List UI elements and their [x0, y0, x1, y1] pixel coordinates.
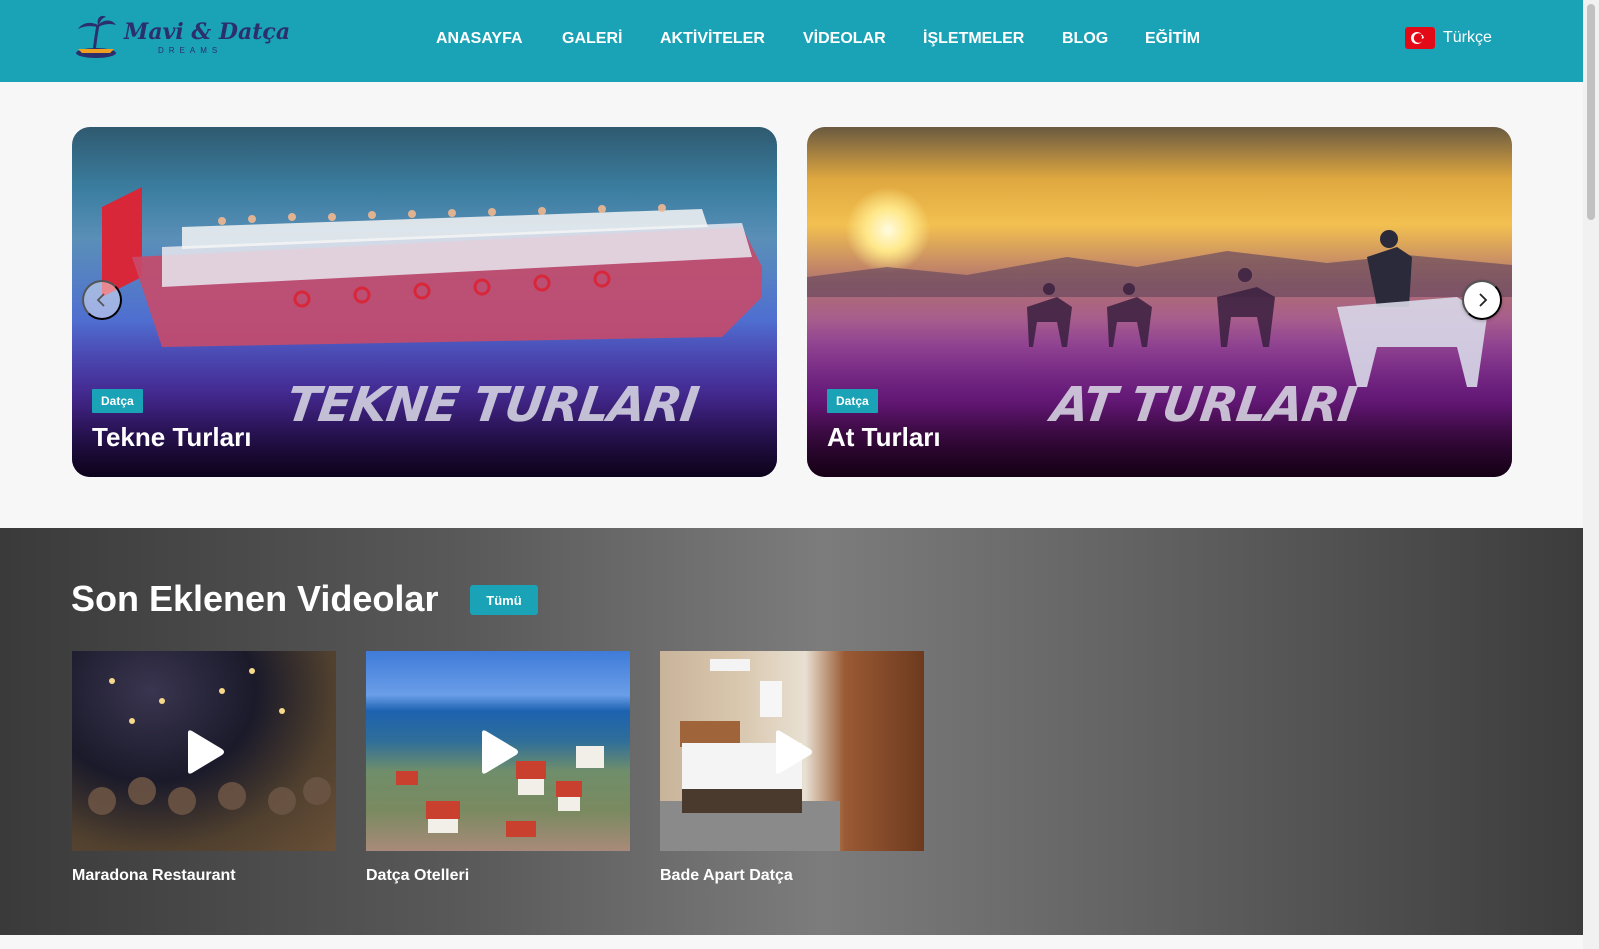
slide-watermark: TEKNE TURLARI — [283, 377, 702, 433]
language-label: Türkçe — [1443, 29, 1492, 46]
nav-item-videolar[interactable]: VİDEOLAR — [803, 30, 886, 48]
turkey-flag-icon — [1405, 27, 1435, 49]
play-icon — [482, 730, 518, 774]
card-title[interactable]: Tekne Turları — [92, 422, 251, 453]
slider-prev-button[interactable] — [82, 280, 122, 320]
slider-card-at-turlari[interactable]: AT TURLARI Datça At Turları — [807, 127, 1512, 477]
video-title[interactable]: Bade Apart Datça — [660, 867, 924, 885]
video-title[interactable]: Maradona Restaurant — [72, 867, 336, 885]
slider-card-tekne-turlari[interactable]: TEKNE TURLARI Datça Tekne Turları — [72, 127, 777, 477]
video-thumbnail[interactable] — [72, 651, 336, 851]
video-thumbnail[interactable] — [366, 651, 630, 851]
language-selector[interactable]: Türkçe — [1405, 27, 1492, 49]
nav-item-aktiviteler[interactable]: AKTİVİTELER — [660, 30, 765, 48]
video-card-bade-apart-datca[interactable]: Bade Apart Datça — [660, 651, 924, 885]
slide-watermark: AT TURLARI — [1048, 377, 1360, 433]
section-title: Son Eklenen Videolar — [71, 578, 439, 619]
site-header: Mavi & Datça DREAMS ANASAYFA GALERİ AKTİ… — [0, 0, 1583, 82]
video-card-maradona-restaurant[interactable]: Maradona Restaurant — [72, 651, 336, 885]
video-thumbnail[interactable] — [660, 651, 924, 851]
boat-illustration — [102, 187, 762, 347]
all-videos-button[interactable]: Tümü — [470, 585, 538, 615]
main-nav: ANASAYFA GALERİ AKTİVİTELER VİDEOLAR İŞL… — [0, 0, 1583, 80]
location-badge[interactable]: Datça — [827, 389, 878, 413]
nav-item-isletmeler[interactable]: İŞLETMELER — [923, 30, 1024, 48]
location-badge[interactable]: Datça — [92, 389, 143, 413]
nav-item-egitim[interactable]: EĞİTİM — [1145, 30, 1200, 48]
chevron-left-icon — [96, 293, 105, 307]
play-icon — [776, 730, 812, 774]
play-icon — [188, 730, 224, 774]
nav-item-galeri[interactable]: GALERİ — [562, 30, 622, 48]
video-title[interactable]: Datça Otelleri — [366, 867, 630, 885]
chevron-right-icon — [1479, 293, 1488, 307]
nav-item-anasayfa[interactable]: ANASAYFA — [436, 30, 523, 48]
horse-riders-illustration — [1027, 230, 1487, 387]
nav-item-blog[interactable]: BLOG — [1062, 30, 1108, 48]
scrollbar-thumb[interactable] — [1587, 4, 1595, 220]
card-title[interactable]: At Turları — [827, 422, 941, 453]
video-card-datca-otelleri[interactable]: Datça Otelleri — [366, 651, 630, 885]
slider-next-button[interactable] — [1462, 280, 1502, 320]
page-scrollbar[interactable] — [1583, 0, 1599, 949]
recent-videos-section: Son Eklenen Videolar Tümü Maradona Resta… — [0, 528, 1583, 935]
